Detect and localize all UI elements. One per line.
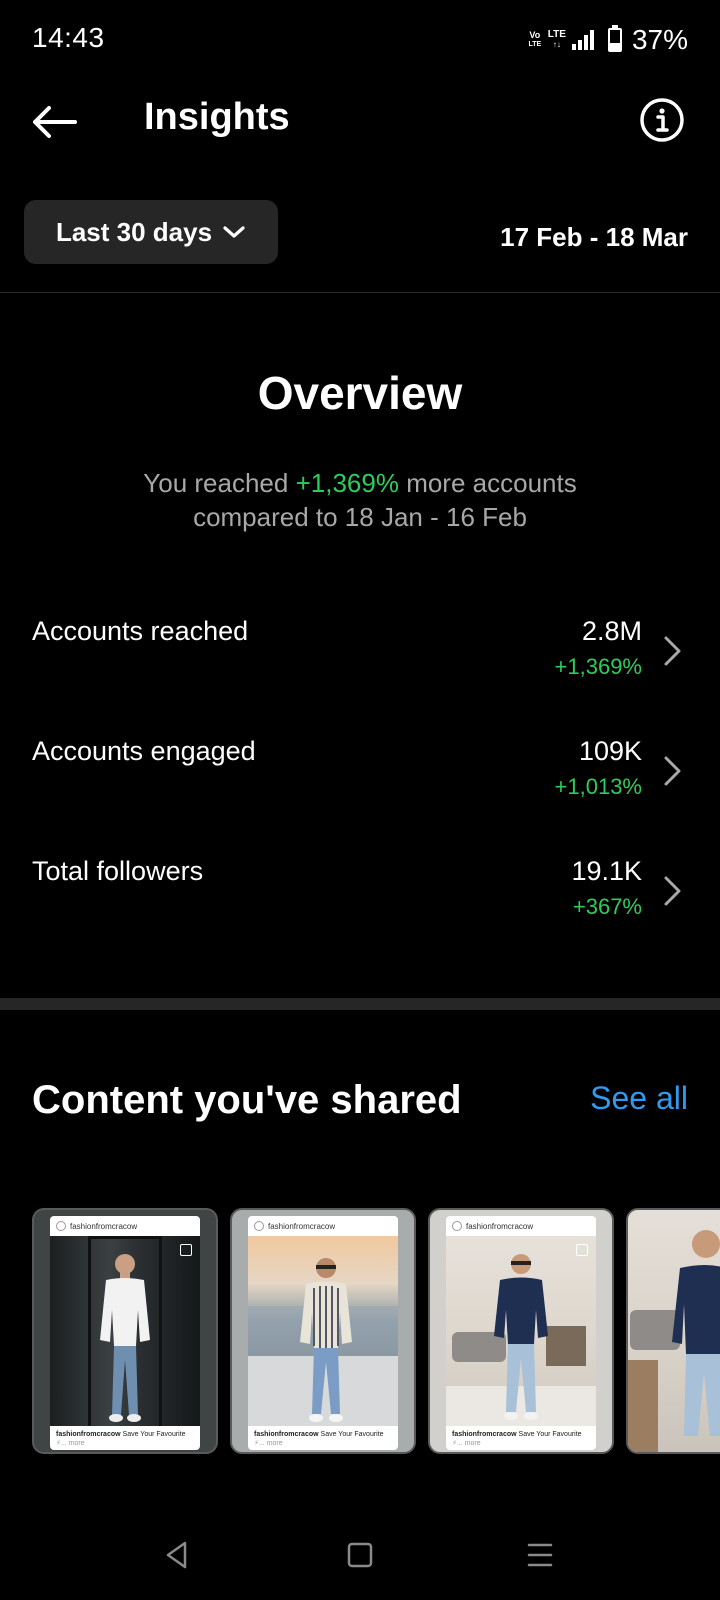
status-icons: Vo LTE LTE ↑↓ 37% [528,24,688,56]
metric-value: 19.1K [571,856,642,886]
content-thumbnail[interactable] [626,1208,720,1454]
post-photo [446,1236,596,1426]
caption-text: Save Your Favourite [320,1431,384,1438]
carousel-icon [180,1244,192,1256]
overview-title: Overview [257,367,463,419]
status-time: 14:43 [32,22,105,53]
summary-highlight: +1,369% [295,468,399,498]
caption-text: Save Your Favourite [122,1431,186,1438]
section-divider [0,998,720,1010]
caption-handle: fashionfromcracow [452,1431,517,1438]
divider [0,292,720,293]
post-caption: fashionfromcracow Save Your Favourite ⚡.… [248,1426,398,1448]
signal-icon [571,30,594,50]
system-nav-bar [0,1520,720,1600]
nav-back-button[interactable] [152,1530,202,1580]
menu-lines-icon [527,1543,553,1567]
avatar-icon [254,1221,264,1231]
date-range-text: 17 Feb - 18 Mar [500,222,688,252]
avatar-icon [452,1221,462,1231]
back-button[interactable] [26,94,82,150]
page-title: Insights [144,96,290,138]
metric-label: Total followers [32,856,204,886]
content-thumbnail[interactable]: fashionfromcracow fashionfromcracow Save… [32,1208,218,1454]
caption-handle: fashionfromcracow [56,1431,121,1438]
summary-suffix: more accounts [406,468,577,498]
post-account: fashionfromcracow [70,1221,138,1231]
lte-icon: LTE ↑↓ [548,30,566,50]
metric-change: +1,013% [554,774,642,799]
post-photo [50,1236,200,1426]
metric-row-accounts-reached[interactable]: Accounts reached 2.8M +1,369% [0,600,720,700]
post-caption: fashionfromcracow Save Your Favourite ⚡.… [446,1426,596,1448]
date-range-dropdown-label: Last 30 days [55,216,213,247]
post-header: fashionfromcracow [50,1216,200,1236]
carousel-icon [576,1244,588,1256]
chevron-right-icon [664,756,681,786]
content-section-title: Content you've shared [32,1078,462,1122]
chevron-right-icon [664,876,681,906]
square-home-icon [347,1542,373,1568]
caption-more: ⚡... more [452,1440,481,1447]
content-thumbnails: fashionfromcracow fashionfromcracow Save… [32,1208,720,1456]
arrow-left-icon [33,106,77,138]
volte-top: Vo [529,30,541,40]
metric-value: 109K [578,736,642,766]
summary-prefix: You reached [143,468,289,498]
date-range-dropdown[interactable]: Last 30 days [24,200,278,264]
post-caption: fashionfromcracow Save Your Favourite ⚡.… [50,1426,200,1448]
post-header: fashionfromcracow [248,1216,398,1236]
metric-row-total-followers[interactable]: Total followers 19.1K +367% [0,840,720,940]
battery-percentage: 37% [631,24,688,55]
metric-value: 2.8M [581,616,642,646]
content-thumbnail[interactable]: fashionfromcracow fashionfromcracow Save… [230,1208,416,1454]
caption-handle: fashionfromcracow [254,1431,319,1438]
post-preview: fashionfromcracow fashionfromcracow Save… [248,1216,398,1450]
info-circle-icon [640,98,684,142]
caption-text: Save Your Favourite [518,1431,582,1438]
volte-icon: Vo LTE [528,31,542,49]
avatar-icon [56,1221,66,1231]
app-header: Insights [0,80,720,160]
filter-row: Last 30 days 17 Feb - 18 Mar [0,200,720,266]
summary-comparison: compared to 18 Jan - 16 Feb [193,502,527,532]
post-photo [248,1236,398,1426]
content-thumbnail[interactable]: fashionfromcracow fashionfromcracow Save… [428,1208,614,1454]
info-button[interactable] [636,94,688,146]
caption-more: ⚡... more [254,1440,283,1447]
metric-label: Accounts reached [32,616,249,646]
lte-top: LTE [547,29,566,40]
triangle-back-icon [166,1541,187,1569]
post-preview: fashionfromcracow fashionfromcracow Save… [446,1216,596,1450]
metric-row-accounts-engaged[interactable]: Accounts engaged 109K +1,013% [0,720,720,820]
overview-summary: You reached +1,369% more accounts compar… [60,466,660,534]
metric-change: +1,369% [554,654,642,679]
post-account: fashionfromcracow [268,1221,336,1231]
metric-change: +367% [572,894,642,919]
post-header: fashionfromcracow [446,1216,596,1236]
post-account: fashionfromcracow [466,1221,534,1231]
chevron-down-icon [223,226,245,238]
caption-more: ⚡... more [56,1440,85,1447]
lte-bottom: ↑↓ [552,40,561,49]
nav-menu-button[interactable] [515,1530,565,1580]
see-all-link[interactable]: See all [590,1080,688,1117]
post-photo [628,1210,720,1452]
status-bar: 14:43 Vo LTE LTE ↑↓ 37% [0,0,720,80]
metric-label: Accounts engaged [32,736,256,766]
volte-bottom: LTE [528,41,542,48]
battery-icon [607,25,622,52]
post-preview: fashionfromcracow fashionfromcracow Save… [50,1216,200,1450]
chevron-right-icon [664,636,681,666]
nav-home-button[interactable] [335,1530,385,1580]
